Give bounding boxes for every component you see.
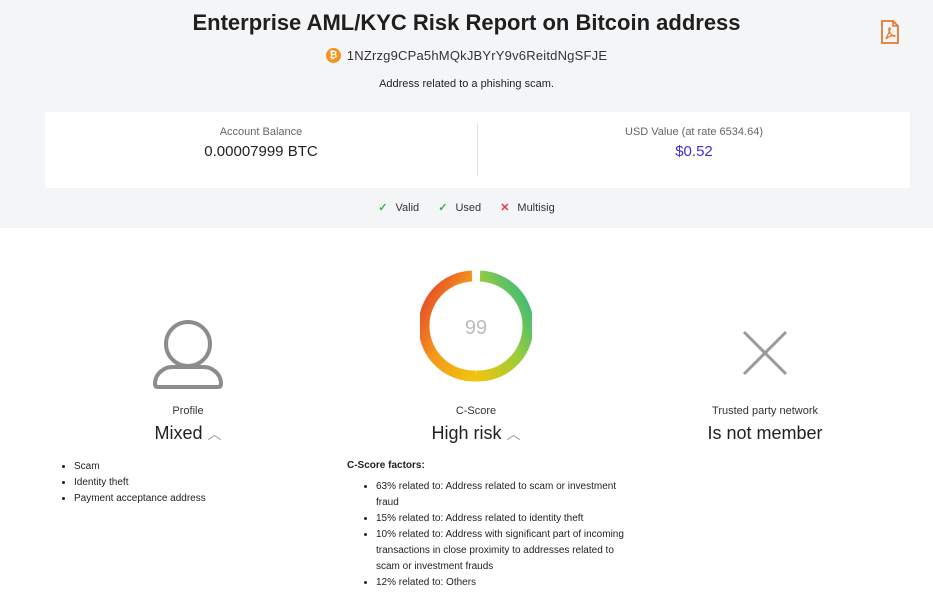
profile-value: Mixed [154, 423, 203, 443]
bitcoin-icon: ₿ [325, 48, 341, 64]
cross-icon: ✕ [500, 202, 510, 214]
check-icon: ✓ [378, 202, 388, 214]
address-note: Address related to a phishing scam. [379, 78, 554, 90]
profile-categories: Scam Identity theft Payment acceptance a… [60, 459, 206, 507]
profile-value-row: Mixed ︿ [108, 423, 268, 444]
account-balance-block: Account Balance 0.00007999 BTC [45, 112, 477, 188]
cscore-value-row: High risk ︿ [386, 423, 566, 444]
flag-multisig: ✕ Multisig [500, 202, 555, 214]
list-item: Payment acceptance address [74, 491, 206, 507]
cscore-factors-title: C-Score factors: [347, 460, 425, 471]
list-item: Identity theft [74, 475, 206, 491]
account-balance-value: 0.00007999 BTC [204, 143, 318, 160]
cscore-caption: C-Score [455, 405, 497, 417]
cscore-number: 99 [465, 317, 487, 339]
bitcoin-address[interactable]: 1NZrzg9CPa5hMQkJBYrY9v6ReitdNgSFJE [347, 48, 607, 63]
pdf-download-icon[interactable] [880, 20, 900, 44]
usd-value-label: USD Value (at rate 6534.64) [625, 126, 763, 138]
user-profile-icon [153, 320, 223, 389]
chevron-up-icon[interactable]: ︿ [507, 424, 521, 444]
trusted-caption: Trusted party network [712, 405, 818, 417]
cscore-value: High risk [431, 423, 502, 443]
address-row: ₿ 1NZrzg9CPa5hMQkJBYrY9v6ReitdNgSFJE [0, 47, 933, 64]
usd-value: $0.52 [675, 143, 713, 160]
account-balance-label: Account Balance [219, 126, 303, 138]
list-item: 15% related to: Address related to ident… [376, 511, 627, 527]
list-item: Scam [74, 459, 206, 475]
list-item: 10% related to: Address with significant… [376, 527, 627, 575]
list-item: 63% related to: Address related to scam … [376, 479, 627, 511]
flag-valid: ✓ Valid [378, 202, 420, 214]
cscore-gauge: 99 [420, 270, 532, 382]
trusted-value: Is not member [707, 423, 823, 443]
list-item: 12% related to: Others [376, 575, 627, 591]
usd-value-block: USD Value (at rate 6534.64) $0.52 [478, 112, 910, 188]
balance-card: Account Balance 0.00007999 BTC USD Value… [45, 112, 910, 188]
check-icon: ✓ [438, 202, 448, 214]
profile-caption: Profile [172, 405, 204, 417]
not-member-x-icon [742, 330, 788, 376]
cscore-factors-list: 63% related to: Address related to scam … [362, 479, 627, 591]
address-flags: ✓ Valid ✓ Used ✕ Multisig [0, 201, 933, 214]
chevron-up-icon[interactable]: ︿ [208, 424, 222, 444]
page-title: Enterprise AML/KYC Risk Report on Bitcoi… [192, 10, 741, 35]
flag-used: ✓ Used [438, 202, 482, 214]
